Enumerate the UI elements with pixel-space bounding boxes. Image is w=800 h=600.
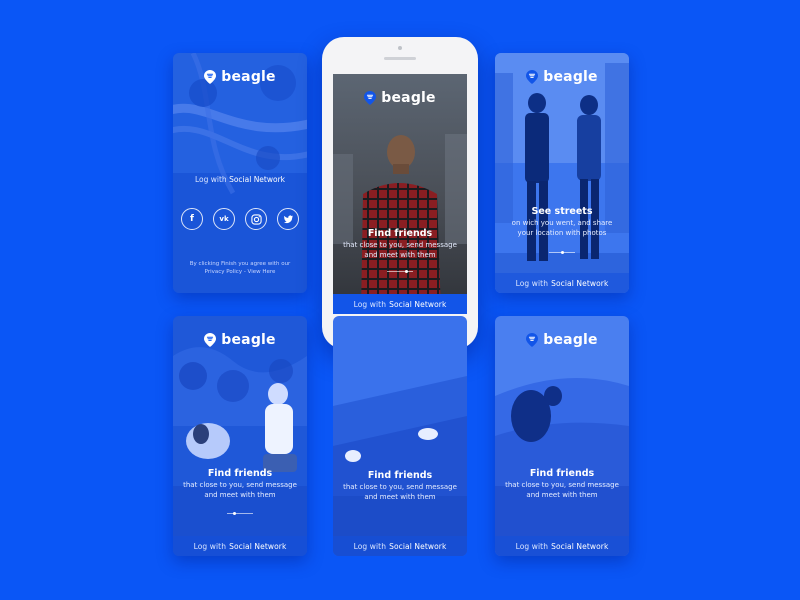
social-buttons: f vk (173, 208, 307, 230)
login-prefix: Log with (193, 541, 227, 551)
login-footer[interactable]: Log with Social Network (173, 536, 307, 556)
couple-street-image (495, 53, 629, 293)
screen-find-friends-dog: beagle Find friends that close to you, s… (495, 316, 629, 556)
login-label[interactable]: Log with Social Network (173, 175, 307, 184)
login-footer[interactable]: Log with Social Network (495, 273, 629, 293)
pin-icon (526, 70, 538, 84)
screen-title: Find friends (367, 470, 433, 481)
brand-name: beagle (221, 332, 276, 348)
login-prefix: Log with (353, 299, 387, 309)
facebook-icon: f (190, 214, 194, 224)
dog-sitting-image (495, 316, 629, 556)
brand-name: beagle (381, 90, 436, 106)
login-link[interactable]: Social Network (551, 279, 608, 288)
screen-subtitle: on wich you went, and share your locatio… (511, 219, 613, 237)
login-link[interactable]: Social Network (389, 542, 446, 551)
login-footer[interactable]: Log with Social Network (495, 536, 629, 556)
screen-subtitle: that close to you, send message and meet… (343, 483, 457, 501)
screen-title: Find friends (367, 228, 433, 239)
twitter-button[interactable] (277, 208, 299, 230)
screen-title: See streets (531, 206, 593, 217)
brand-name: beagle (221, 69, 276, 85)
screen-find-friends-kid: beagle Find friends that close to you, s… (173, 316, 307, 556)
screen-find-friends-phone: beagle Find friends that close to you, s… (333, 74, 467, 314)
pin-icon (204, 70, 216, 84)
login-link[interactable]: Social Network (551, 542, 608, 551)
login-link[interactable]: Social Network (229, 175, 285, 184)
login-prefix: Log with (515, 278, 549, 288)
phone-mockup: beagle Find friends that close to you, s… (322, 37, 478, 349)
instagram-icon (250, 213, 262, 225)
facebook-button[interactable]: f (181, 208, 203, 230)
login-prefix: Log with (353, 541, 387, 551)
vk-button[interactable]: vk (213, 208, 235, 230)
screen-subtitle: that close to you, send message and meet… (183, 481, 297, 499)
pin-icon (204, 333, 216, 347)
pin-icon (364, 91, 376, 105)
brand-name: beagle (543, 69, 598, 85)
screen-title: Find friends (207, 468, 273, 479)
dogs-hillside-image (333, 316, 467, 556)
screen-find-friends-hills: Find friends that close to you, send mes… (333, 316, 467, 556)
phone-camera (398, 46, 402, 50)
login-footer[interactable]: Log with Social Network (333, 536, 467, 556)
instagram-button[interactable] (245, 208, 267, 230)
login-footer[interactable]: Log with Social Network (333, 294, 467, 314)
brand-name: beagle (543, 332, 598, 348)
login-link[interactable]: Social Network (229, 542, 286, 551)
screen-social-login: beagle Log with Social Network f vk By c… (173, 53, 307, 293)
screen-subtitle: that close to you, send message and meet… (343, 241, 457, 259)
page-indicator[interactable] (549, 251, 575, 254)
terms-text[interactable]: By clicking Finish you agree with our Pr… (189, 260, 291, 276)
screen-see-streets: beagle See streets on wich you went, and… (495, 53, 629, 293)
screen-title: Find friends (529, 468, 595, 479)
page-indicator[interactable] (387, 270, 413, 273)
pin-icon (526, 333, 538, 347)
aerial-highway-image (173, 53, 307, 293)
boy-with-dog-image (173, 316, 307, 556)
vk-icon: vk (219, 215, 229, 223)
login-prefix: Log with (515, 541, 549, 551)
twitter-icon (283, 214, 293, 223)
login-prefix: Log with (194, 175, 227, 184)
brand-logo: beagle (173, 332, 307, 348)
man-plaid-shirt-image (333, 74, 467, 314)
brand-logo: beagle (495, 69, 629, 85)
page-indicator[interactable] (227, 512, 253, 515)
brand-logo: beagle (333, 90, 467, 106)
brand-logo: beagle (173, 69, 307, 85)
phone-speaker (384, 57, 416, 60)
login-link[interactable]: Social Network (389, 300, 446, 309)
brand-logo: beagle (495, 332, 629, 348)
screen-subtitle: that close to you, send message and meet… (505, 481, 619, 499)
